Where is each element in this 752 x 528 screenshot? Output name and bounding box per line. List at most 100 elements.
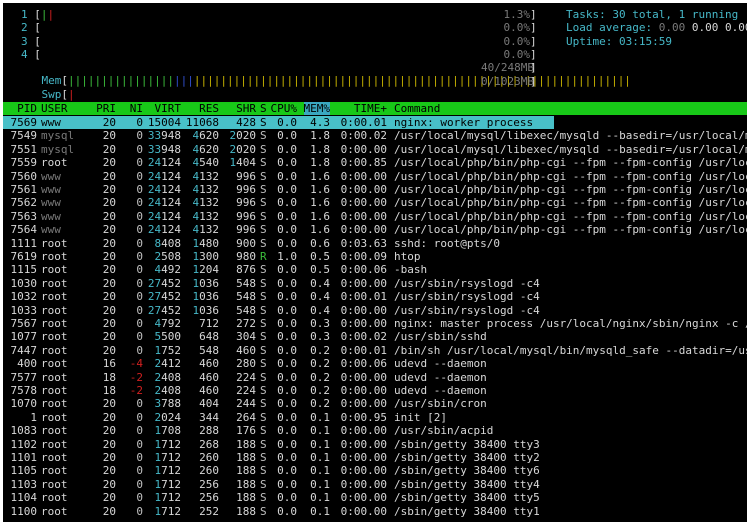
cell-cmd: /usr/local/php/bin/php-cgi --fpm --fpm-c…: [394, 209, 747, 223]
column-header-pid[interactable]: PID: [17, 102, 37, 115]
cell-mem: 0.2: [310, 370, 330, 384]
cell-ni: 0: [136, 169, 143, 183]
process-row[interactable]: 7567 root 20 0 4792 712 272 S 0.0 0.3 0:00.00 nginx…: [3, 317, 748, 330]
process-row[interactable]: 7561 www 20 0 24124 4132 996 S 0.0 1.6 0:00.00/usr…: [3, 183, 748, 196]
column-header-virt[interactable]: VIRT: [155, 102, 182, 115]
cell-mem: 0.2: [310, 397, 330, 411]
cell-time: 0:00.01: [340, 290, 387, 304]
cell-ni: 0: [136, 491, 143, 505]
process-row[interactable]: 1030 root 20 0 27452 1036 548 S 0.0 0.4 0:00.00/us…: [3, 277, 747, 290]
column-header-mem[interactable]: MEM%: [303, 102, 330, 116]
process-row[interactable]: 7551 mysql 20 0 33948 4620 2020 S 0.0 1.8 0:00.00 /…: [3, 142, 748, 156]
column-header-ni[interactable]: NI: [130, 102, 143, 115]
process-row[interactable]: 1111 root 20 0 8408 1480 900 S 0.0 0.6 0:03.63 sshd…: [3, 237, 747, 250]
column-header-time[interactable]: TIME+: [354, 102, 387, 115]
process-row[interactable]: 1115 root 20 0 4492 1204 876 S 0.0 0.5 0:00.06 -bas…: [3, 263, 747, 276]
process-row[interactable]: 7562 www 20 0 24124 4132 996 S 0.0 1.6 0:00.00/usr…: [3, 196, 748, 210]
cell-time: 0:00.85: [340, 156, 387, 170]
process-row[interactable]: 7563 www 20 0 24124 4132 996 S 0.0 1.6 0:00.00/usr…: [3, 209, 748, 223]
cell-pid: 7561: [10, 183, 38, 196]
cell-cpu: 0.0: [277, 343, 297, 357]
cpu-meter-3: 3 [: [21, 34, 41, 48]
column-header-cmd[interactable]: Command: [394, 102, 440, 115]
cell-pid: 7564: [10, 223, 38, 237]
process-row[interactable]: 7569 www 20 0 15004 11068 428 S 0.0 4.3 0:00.01 ngi…: [3, 116, 747, 129]
process-row[interactable]: 1033 root 20 0 27452 1036 548 S 0.0 0.4 0:00.00/us…: [3, 304, 747, 317]
process-row[interactable]: 400 root 16 -4 2412 460 280 S 0.0 0.2 0:00.06 udevd…: [3, 357, 747, 370]
column-header-res[interactable]: RES: [199, 102, 219, 115]
swp-value: 0/1023MB: [481, 75, 534, 88]
cpu-value: 1.3%: [503, 8, 531, 21]
process-row[interactable]: 7447 root 20 0 1752 548 460 S 0.0 0.2 0:00.01/bin/…: [3, 343, 748, 357]
process-row[interactable]: 7578 root 18 -2 2408 460 224 S 0.0 0.2 0:00.00 udev…: [3, 384, 747, 397]
cell-s: S: [260, 397, 267, 411]
cell-mem: 1.6: [310, 196, 330, 210]
process-row[interactable]: 1104 root 20 0 1712 256 188 S 0.0 0.1 0:00.00/sbin…: [3, 491, 747, 504]
cell-user: root: [41, 370, 68, 384]
column-header-pri[interactable]: PRI: [96, 102, 116, 115]
cell-mem: 0.3: [310, 330, 330, 344]
cell-shr: 188: [236, 491, 256, 505]
cell-ni: 0: [136, 451, 143, 464]
cell-pid: 1101: [10, 451, 38, 464]
cell-s: S: [260, 236, 267, 250]
swp-meter: Swp[|: [41, 88, 75, 102]
cell-ni: 0: [136, 424, 143, 438]
cell-time: 0:00.06: [340, 357, 387, 371]
column-header[interactable]: PID USER PRI NI VIRT RES SHR S CPU% MEM% TIME+ Comm…: [3, 102, 747, 116]
cell-time: 0:00.00: [340, 142, 387, 156]
process-row[interactable]: 1102 root 20 0 1712 268 188 S 0.0 0.1 0:00.00/sbin…: [3, 438, 747, 451]
cell-pri: 20: [102, 129, 116, 143]
swp-label: Swp: [41, 88, 62, 102]
cell-cmd: /sbin/getty 38400 tty2: [394, 451, 540, 464]
cell-s: S: [260, 464, 267, 478]
process-row[interactable]: 1 root 20 0 2024 344 264 S 0.0 0.1 0:00.95 init [2]: [3, 411, 747, 424]
process-row[interactable]: 1070 root 20 0 3788 404 244 S 0.0 0.2 0:00.00/usr/…: [3, 397, 747, 410]
cell-shr: 188: [236, 437, 256, 451]
cell-time: 0:00.01: [340, 343, 387, 357]
cell-shr: 996: [236, 183, 256, 196]
column-header-shr[interactable]: SHR: [236, 102, 256, 115]
cell-cmd: init [2]: [394, 410, 447, 424]
process-row[interactable]: 7577 root 18 -2 2408 460 224 S 0.0 0.2 0:00.00 udev…: [3, 371, 747, 384]
process-row[interactable]: 7560 www 20 0 24124 4132 996 S 0.0 1.6 0:00.00/usr…: [3, 169, 748, 183]
cell-res: 288: [199, 424, 219, 438]
cell-res: 268: [199, 437, 219, 451]
cell-cpu: 0.0: [277, 209, 297, 223]
process-row[interactable]: 7564 www 20 0 24124 4132 996 S 0.0 1.6 0:00.00/usr…: [3, 223, 748, 237]
process-row[interactable]: 7549 mysql 20 0 33948 4620 2020 S 0.0 1.8 0:00.02 /…: [3, 129, 748, 143]
cpu-bar: ||: [40, 8, 55, 21]
process-row[interactable]: 1083 root 20 0 1708 288 176 S 0.0 0.1 0:00.00/usr/…: [3, 424, 747, 437]
column-header-cpu[interactable]: CPU%: [271, 102, 298, 115]
cell-cpu: 0.0: [277, 169, 297, 183]
process-row[interactable]: 1105 root 20 0 1712 260 188 S 0.0 0.1 0:00.00/sbin…: [3, 464, 747, 477]
cell-time: 0:00.00: [340, 169, 387, 183]
cell-shr: 996: [236, 223, 256, 237]
cell-mem: 1.8: [310, 156, 330, 170]
cell-pid: 1077: [10, 330, 38, 344]
process-row[interactable]: 7559 root 20 0 24124 4540 1404 S 0.0 1.8 0:00.85/u…: [3, 156, 748, 170]
htop-terminal[interactable]: 1 [|| 1.3%] 2 [0.0%] 3 [0.0%] 4 [0.0%] Mem[|…: [3, 3, 747, 522]
cell-shr: 224: [236, 384, 256, 397]
column-header-user[interactable]: USER: [41, 102, 68, 115]
cell-user: root: [41, 357, 68, 371]
cell-user: root: [41, 437, 68, 451]
cell-s: S: [260, 343, 267, 357]
cell-cpu: 0.0: [277, 263, 297, 277]
cell-ni: 0: [136, 250, 143, 263]
cell-pid: 1030: [10, 276, 38, 290]
cell-virt: 4792: [154, 317, 182, 330]
column-header-s[interactable]: S: [260, 102, 267, 115]
cpu-value: 0.0%: [503, 48, 531, 62]
cell-pri: 20: [102, 397, 116, 411]
process-row[interactable]: 1077 root 20 0 5500 648 304 S 0.0 0.3 0:00.02/usr/…: [3, 330, 747, 343]
cell-cmd: udevd --daemon: [394, 357, 487, 371]
cell-pri: 20: [102, 290, 116, 304]
cell-pri: 20: [102, 410, 116, 424]
process-row[interactable]: 1100 root 20 0 1712 252 188 S 0.0 0.1 0:00.00/sbin…: [3, 505, 747, 518]
process-row[interactable]: 1032 root 20 0 27452 1036 548 S 0.0 0.4 0:00.01/us…: [3, 290, 747, 303]
process-row[interactable]: 7619 root 20 0 2508 1300 980 R 1.0 0.5 0:00.09 htop: [3, 250, 747, 263]
process-row[interactable]: 1103 root 20 0 1712 256 188 S 0.0 0.1 0:00.00/sbin…: [3, 478, 747, 491]
process-row[interactable]: 1101 root 20 0 1712 260 188 S 0.0 0.1 0:00.00/sbin…: [3, 451, 747, 464]
cell-s: S: [260, 451, 267, 464]
